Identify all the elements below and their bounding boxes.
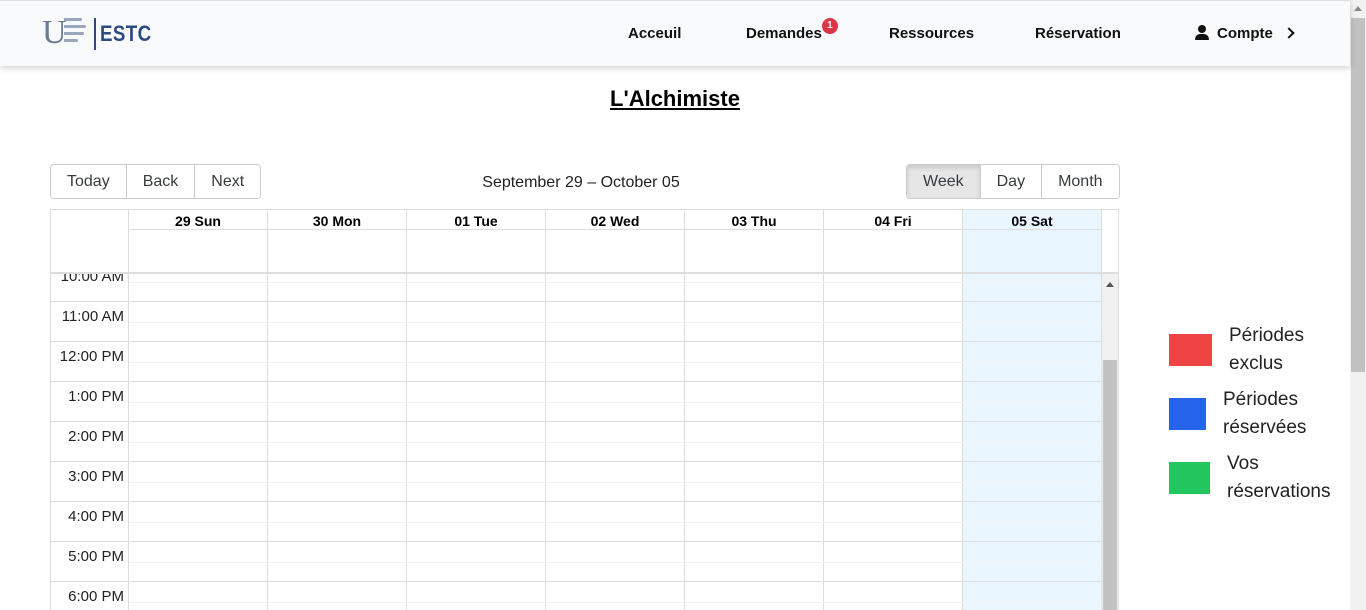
today-button[interactable]: Today <box>51 165 127 198</box>
time-slot-label: 5:00 PM <box>68 548 124 565</box>
nav-reservation[interactable]: Réservation <box>1035 25 1121 42</box>
legend-label-excluded: Périodes exclus <box>1229 325 1304 374</box>
day-header-4[interactable]: 03 Thu <box>685 210 824 272</box>
half-hour-gridline <box>129 402 1102 403</box>
time-slot-label: 6:00 PM <box>68 588 124 605</box>
month-view-button[interactable]: Month <box>1042 165 1119 198</box>
half-hour-gridline <box>129 282 1102 283</box>
half-hour-gridline <box>129 562 1102 563</box>
logo-bars-icon <box>64 18 86 48</box>
day-header-label: 29 Sun <box>129 210 267 230</box>
legend-yours: Vos réservations <box>1169 450 1347 506</box>
navbar: U ESTC Acceuil Demandes 1 Ressources Rés… <box>0 0 1350 66</box>
day-header-2[interactable]: 01 Tue <box>407 210 546 272</box>
logo-letter: U <box>42 14 67 51</box>
time-slot-label: 10:00 AM <box>60 274 124 285</box>
legend-swatch-reserved <box>1169 398 1206 430</box>
estc-logo[interactable]: U ESTC <box>42 16 152 52</box>
hour-gridline <box>51 581 1102 582</box>
day-header-5[interactable]: 04 Fri <box>824 210 963 272</box>
legend-excluded: Périodes exclus <box>1169 322 1349 378</box>
legend-label-yours: Vos réservations <box>1227 453 1331 502</box>
day-header-label: 30 Mon <box>268 210 406 230</box>
nav-account-label: Compte <box>1217 25 1273 42</box>
day-header-label: 03 Thu <box>685 210 823 230</box>
time-slot-label: 2:00 PM <box>68 428 124 445</box>
time-slot-label: 11:00 AM <box>61 308 124 325</box>
page-title: L'Alchimiste <box>610 86 740 111</box>
scroll-up-arrow-icon[interactable] <box>1106 282 1114 287</box>
user-icon <box>1195 25 1209 40</box>
hour-gridline <box>51 421 1102 422</box>
time-slot-label: 12:00 PM <box>59 348 124 365</box>
time-slot-label: 1:00 PM <box>68 388 124 405</box>
next-button[interactable]: Next <box>195 165 261 198</box>
view-button-group: Week Day Month <box>906 164 1120 199</box>
logo-text: ESTC <box>100 21 152 46</box>
day-header-label: 01 Tue <box>407 210 545 230</box>
half-hour-gridline <box>129 442 1102 443</box>
week-view-button[interactable]: Week <box>907 165 981 198</box>
week-calendar: 29 Sun 30 Mon 01 Tue 02 Wed 03 Thu 04 Fri 05 S… <box>50 209 1119 610</box>
requests-badge: 1 <box>821 18 838 34</box>
legend-reserved: Périodes réservées <box>1169 386 1343 442</box>
nav-requests-label: Demandes <box>746 25 822 42</box>
nav-account[interactable]: Compte <box>1195 25 1295 42</box>
back-button[interactable]: Back <box>126 165 196 198</box>
legend-label-reserved: Périodes réservées <box>1223 389 1307 438</box>
hour-gridline <box>51 301 1102 302</box>
nav-resources[interactable]: Ressources <box>889 25 974 42</box>
navigation-button-group: Today Back Next <box>50 164 262 199</box>
time-gutter-header <box>51 210 129 274</box>
legend-swatch-yours <box>1169 462 1210 494</box>
half-hour-gridline <box>129 362 1102 363</box>
time-slot-label: 4:00 PM <box>68 508 124 525</box>
calendar-scrollbar[interactable] <box>1102 274 1118 610</box>
date-range-label: September 29 – October 05 <box>482 174 680 191</box>
day-header-label: 04 Fri <box>824 210 962 230</box>
legend-swatch-excluded <box>1169 334 1212 366</box>
half-hour-gridline <box>129 322 1102 323</box>
nav-home[interactable]: Acceuil <box>628 25 681 42</box>
day-header-label: 05 Sat <box>963 210 1101 230</box>
time-slot-label: 3:00 PM <box>68 468 124 485</box>
page-scrollbar[interactable] <box>1350 0 1366 610</box>
half-hour-gridline <box>129 602 1102 603</box>
day-header-label: 02 Wed <box>546 210 684 230</box>
hour-gridline <box>51 501 1102 502</box>
hour-gridline <box>51 381 1102 382</box>
day-view-button[interactable]: Day <box>980 165 1043 198</box>
day-header-1[interactable]: 30 Mon <box>268 210 407 272</box>
day-header-3[interactable]: 02 Wed <box>546 210 685 272</box>
chevron-right-icon <box>1283 27 1295 39</box>
calendar-time-grid[interactable]: 10:00 AM 11:00 AM 12:00 PM 1:00 PM 2:00 PM 3:… <box>51 274 1118 610</box>
day-header-6[interactable]: 05 Sat <box>963 210 1102 272</box>
page-scroll-up-icon[interactable] <box>1354 6 1362 11</box>
time-gutter: 10:00 AM 11:00 AM 12:00 PM 1:00 PM 2:00 PM 3:… <box>51 274 129 610</box>
logo-divider <box>94 18 96 50</box>
calendar-scroll-thumb[interactable] <box>1103 360 1117 610</box>
nav-requests[interactable]: Demandes 1 <box>746 18 838 42</box>
half-hour-gridline <box>129 522 1102 523</box>
page-scroll-thumb[interactable] <box>1351 18 1365 372</box>
hour-gridline <box>51 461 1102 462</box>
hour-gridline <box>51 341 1102 342</box>
half-hour-gridline <box>129 482 1102 483</box>
calendar-header: 29 Sun 30 Mon 01 Tue 02 Wed 03 Thu 04 Fri 05 S… <box>51 210 1118 274</box>
hour-gridline <box>51 541 1102 542</box>
day-header-0[interactable]: 29 Sun <box>129 210 268 272</box>
